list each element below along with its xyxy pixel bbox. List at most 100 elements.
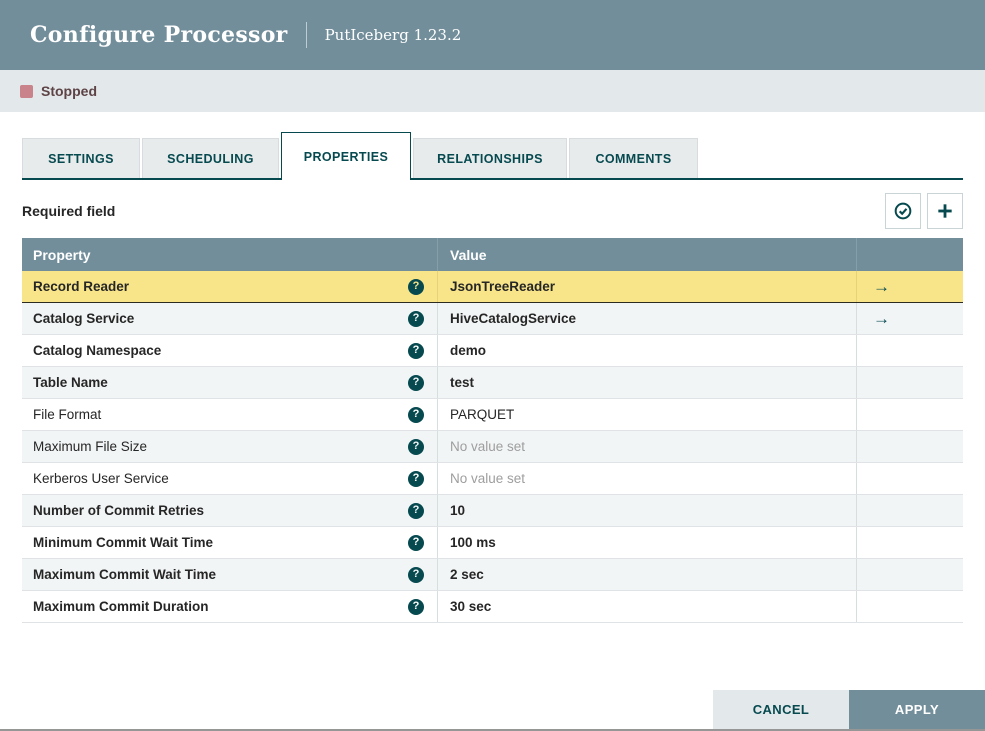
value-cell[interactable]: 10 bbox=[437, 495, 856, 526]
property-cell: Catalog Service bbox=[22, 303, 437, 334]
value-cell[interactable]: No value set bbox=[437, 431, 856, 462]
table-row-table-name[interactable]: Table Name test bbox=[22, 367, 963, 399]
tab-bar: SETTINGS SCHEDULING PROPERTIES RELATIONS… bbox=[22, 130, 963, 180]
actions-cell bbox=[856, 559, 963, 590]
table-row-catalog-service[interactable]: Catalog Service HiveCatalogService bbox=[22, 303, 963, 335]
property-value: No value set bbox=[450, 439, 526, 454]
table-row-record-reader[interactable]: Record Reader JsonTreeReader bbox=[22, 271, 963, 303]
property-name: Catalog Service bbox=[33, 311, 135, 326]
actions-cell bbox=[856, 431, 963, 462]
value-cell[interactable]: JsonTreeReader bbox=[437, 271, 856, 302]
help-icon[interactable] bbox=[408, 566, 424, 583]
property-value: PARQUET bbox=[450, 407, 515, 422]
table-toolbar: Required field bbox=[22, 193, 963, 229]
property-cell: Maximum File Size bbox=[22, 431, 437, 462]
property-name: Table Name bbox=[33, 375, 108, 390]
processor-type-version: PutIceberg 1.23.2 bbox=[324, 26, 462, 44]
actions-cell bbox=[856, 495, 963, 526]
configure-processor-dialog: Configure Processor PutIceberg 1.23.2 St… bbox=[0, 0, 985, 731]
dialog-body: SETTINGS SCHEDULING PROPERTIES RELATIONS… bbox=[0, 130, 985, 623]
tab-relationships[interactable]: RELATIONSHIPS bbox=[413, 138, 567, 178]
add-property-button[interactable] bbox=[927, 193, 963, 229]
actions-cell bbox=[856, 463, 963, 494]
help-icon[interactable] bbox=[408, 470, 424, 487]
required-field-label: Required field bbox=[22, 203, 116, 219]
column-header-actions bbox=[856, 238, 963, 271]
table-row-number-of-commit-retries[interactable]: Number of Commit Retries 10 bbox=[22, 495, 963, 527]
actions-cell bbox=[856, 271, 963, 302]
value-cell[interactable]: No value set bbox=[437, 463, 856, 494]
property-name: Catalog Namespace bbox=[33, 343, 162, 358]
table-row-file-format[interactable]: File Format PARQUET bbox=[22, 399, 963, 431]
property-cell: Number of Commit Retries bbox=[22, 495, 437, 526]
go-to-service-icon[interactable] bbox=[873, 310, 890, 327]
property-name: Record Reader bbox=[33, 279, 130, 294]
property-value: test bbox=[450, 375, 475, 390]
table-row-maximum-commit-duration[interactable]: Maximum Commit Duration 30 sec bbox=[22, 591, 963, 623]
help-icon[interactable] bbox=[408, 502, 424, 519]
dialog-footer: CANCEL APPLY bbox=[713, 690, 985, 729]
help-icon[interactable] bbox=[408, 438, 424, 455]
value-cell[interactable]: test bbox=[437, 367, 856, 398]
property-name: Maximum File Size bbox=[33, 439, 148, 454]
table-row-maximum-file-size[interactable]: Maximum File Size No value set bbox=[22, 431, 963, 463]
dialog-header: Configure Processor PutIceberg 1.23.2 bbox=[0, 0, 985, 70]
property-cell: Record Reader bbox=[22, 271, 437, 302]
actions-cell bbox=[856, 335, 963, 366]
help-icon[interactable] bbox=[408, 342, 424, 359]
tab-scheduling[interactable]: SCHEDULING bbox=[142, 138, 279, 178]
tab-properties[interactable]: PROPERTIES bbox=[281, 132, 411, 180]
value-cell[interactable]: HiveCatalogService bbox=[437, 303, 856, 334]
table-header-row: Property Value bbox=[22, 238, 963, 271]
property-value: demo bbox=[450, 343, 487, 358]
table-row-maximum-commit-wait-time[interactable]: Maximum Commit Wait Time 2 sec bbox=[22, 559, 963, 591]
help-icon[interactable] bbox=[408, 278, 424, 295]
property-value: 10 bbox=[450, 503, 466, 518]
property-value: 30 sec bbox=[450, 599, 492, 614]
value-cell[interactable]: demo bbox=[437, 335, 856, 366]
help-icon[interactable] bbox=[408, 374, 424, 391]
table-row-minimum-commit-wait-time[interactable]: Minimum Commit Wait Time 100 ms bbox=[22, 527, 963, 559]
toolbar-buttons bbox=[885, 193, 963, 229]
table-row-kerberos-user-service[interactable]: Kerberos User Service No value set bbox=[22, 463, 963, 495]
verify-properties-button[interactable] bbox=[885, 193, 921, 229]
property-cell: Kerberos User Service bbox=[22, 463, 437, 494]
property-name: File Format bbox=[33, 407, 102, 422]
property-cell: File Format bbox=[22, 399, 437, 430]
column-header-property: Property bbox=[33, 246, 91, 263]
column-header-value: Value bbox=[437, 238, 856, 271]
tab-settings[interactable]: SETTINGS bbox=[22, 138, 140, 178]
cancel-button[interactable]: CANCEL bbox=[713, 690, 849, 729]
help-icon[interactable] bbox=[408, 534, 424, 551]
property-cell: Catalog Namespace bbox=[22, 335, 437, 366]
property-name: Kerberos User Service bbox=[33, 471, 169, 486]
properties-table: Property Value Record Reader JsonTreeRea… bbox=[22, 238, 963, 623]
property-value: No value set bbox=[450, 471, 526, 486]
property-value: 2 sec bbox=[450, 567, 484, 582]
property-name: Minimum Commit Wait Time bbox=[33, 535, 214, 550]
property-value: JsonTreeReader bbox=[450, 279, 556, 294]
value-cell[interactable]: 30 sec bbox=[437, 591, 856, 622]
actions-cell bbox=[856, 303, 963, 334]
property-cell: Maximum Commit Wait Time bbox=[22, 559, 437, 590]
stopped-status-icon bbox=[20, 84, 33, 98]
apply-button[interactable]: APPLY bbox=[849, 690, 985, 729]
go-to-service-icon[interactable] bbox=[873, 278, 890, 295]
actions-cell bbox=[856, 367, 963, 398]
property-cell: Minimum Commit Wait Time bbox=[22, 527, 437, 558]
property-cell: Maximum Commit Duration bbox=[22, 591, 437, 622]
table-row-catalog-namespace[interactable]: Catalog Namespace demo bbox=[22, 335, 963, 367]
help-icon[interactable] bbox=[408, 598, 424, 615]
dialog-title: Configure Processor bbox=[30, 22, 288, 48]
value-cell[interactable]: 2 sec bbox=[437, 559, 856, 590]
add-property-icon bbox=[935, 201, 955, 221]
tab-comments[interactable]: COMMENTS bbox=[569, 138, 698, 178]
status-bar: Stopped bbox=[0, 70, 985, 112]
value-cell[interactable]: 100 ms bbox=[437, 527, 856, 558]
actions-cell bbox=[856, 527, 963, 558]
property-value: HiveCatalogService bbox=[450, 311, 577, 326]
value-cell[interactable]: PARQUET bbox=[437, 399, 856, 430]
help-icon[interactable] bbox=[408, 310, 424, 327]
property-cell: Table Name bbox=[22, 367, 437, 398]
help-icon[interactable] bbox=[408, 406, 424, 423]
